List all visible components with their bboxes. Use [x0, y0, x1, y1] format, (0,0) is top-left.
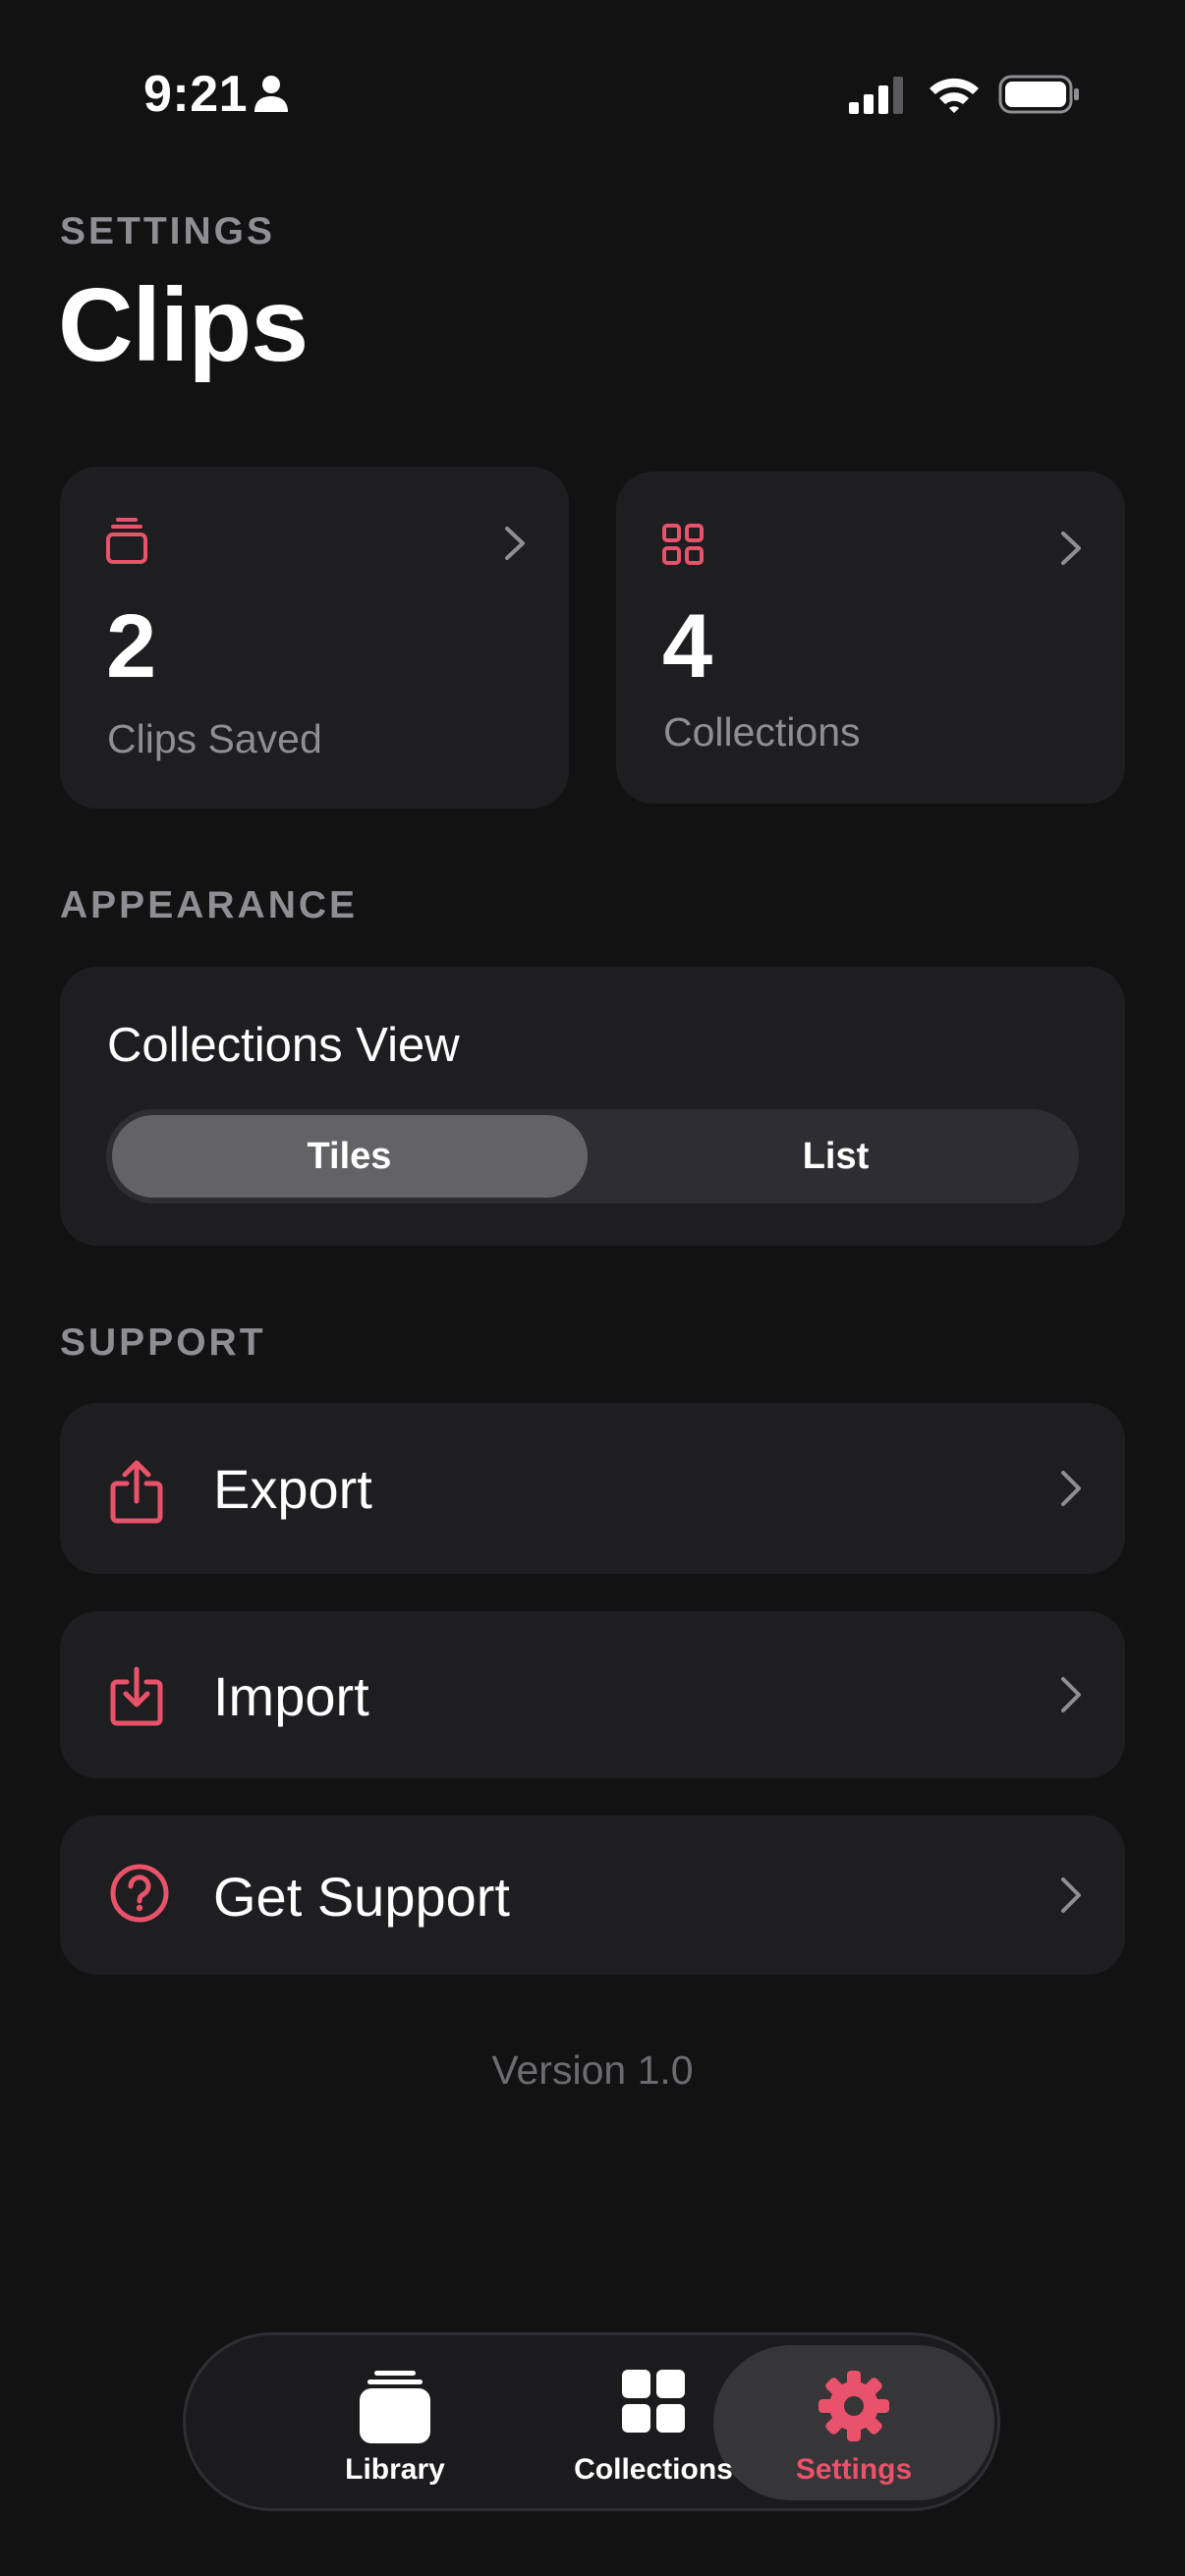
download-icon: [110, 1666, 163, 1726]
wifi-icon: [930, 78, 979, 113]
export-label: Export: [213, 1458, 372, 1520]
tab-bar: Library Collections Settings: [183, 2332, 1000, 2511]
clips-saved-card[interactable]: 2 Clips Saved: [60, 467, 569, 809]
tab-settings[interactable]: Settings: [726, 2335, 982, 2508]
library-icon: [360, 2371, 430, 2443]
clips-saved-count: 2: [106, 596, 157, 697]
clips-saved-label: Clips Saved: [107, 716, 322, 761]
collections-view-title: Collections View: [107, 1019, 460, 1072]
appearance-section-label: APPEARANCE: [60, 884, 359, 926]
get-support-row[interactable]: Get Support: [60, 1816, 1125, 1975]
grid-icon: [622, 2370, 685, 2433]
collections-label: Collections: [663, 709, 861, 755]
import-row[interactable]: Import: [60, 1611, 1125, 1778]
collections-card[interactable]: 4 Collections: [616, 472, 1125, 804]
gear-icon: [818, 2371, 889, 2441]
page-title: Clips: [58, 267, 309, 383]
battery-icon: [998, 75, 1079, 114]
cellular-signal-icon: [849, 77, 903, 114]
collections-view-card: Collections View Tiles List: [60, 967, 1125, 1246]
chevron-right-icon: [1061, 1877, 1081, 1913]
import-label: Import: [213, 1665, 369, 1727]
chevron-right-icon: [1061, 1677, 1081, 1712]
tab-library[interactable]: Library: [267, 2335, 523, 2508]
get-support-label: Get Support: [213, 1866, 510, 1928]
chevron-right-icon: [505, 527, 525, 560]
stack-icon: [106, 518, 147, 564]
segment-tiles[interactable]: Tiles: [106, 1109, 592, 1204]
chevron-right-icon: [1061, 1471, 1081, 1506]
export-row[interactable]: Export: [60, 1403, 1125, 1574]
grid-icon: [662, 524, 704, 565]
share-icon: [110, 1460, 163, 1524]
status-time: 9:21: [143, 66, 249, 123]
question-icon: [110, 1864, 169, 1923]
collections-count: 4: [662, 596, 713, 697]
tab-settings-label: Settings: [795, 2453, 913, 2486]
segment-list[interactable]: List: [592, 1109, 1079, 1204]
chevron-right-icon: [1061, 532, 1081, 565]
view-segmented-control: Tiles List: [106, 1109, 1079, 1204]
tab-library-label: Library: [345, 2453, 445, 2486]
page-eyebrow: SETTINGS: [60, 210, 276, 252]
person-icon: [254, 76, 288, 112]
version-label: Version 1.0: [491, 2047, 694, 2093]
support-section-label: SUPPORT: [60, 1321, 266, 1364]
